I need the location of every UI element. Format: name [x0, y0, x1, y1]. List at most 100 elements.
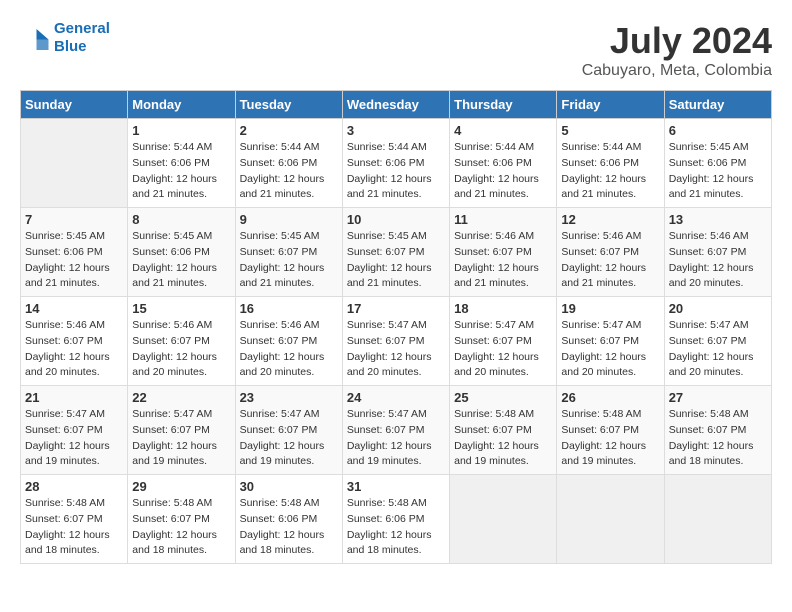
- weekday-header-friday: Friday: [557, 91, 664, 119]
- calendar-cell: 8 Sunrise: 5:45 AM Sunset: 6:06 PM Daylig…: [128, 208, 235, 297]
- day-number: 12: [561, 212, 659, 227]
- calendar-cell: 22 Sunrise: 5:47 AM Sunset: 6:07 PM Dayli…: [128, 386, 235, 475]
- calendar-cell: 16Sunrise: 5:46 AM Sunset: 6:07 PM Dayli…: [235, 297, 342, 386]
- logo-icon: [20, 23, 50, 53]
- weekday-header-wednesday: Wednesday: [342, 91, 449, 119]
- calendar-cell: 13 Sunrise: 5:46 AM Sunset: 6:07 PM Dayli…: [664, 208, 771, 297]
- day-info: Sunrise: 5:45 AM Sunset: 6:06 PM Dayligh…: [132, 229, 230, 292]
- calendar-cell: [450, 475, 557, 564]
- calendar-cell: 14 Sunrise: 5:46 AM Sunset: 6:07 PM Dayli…: [21, 297, 128, 386]
- day-number: 2: [240, 123, 338, 138]
- day-number: 1: [132, 123, 230, 138]
- day-info: Sunrise: 5:46 AM Sunset: 6:07 PM Dayligh…: [561, 229, 659, 292]
- calendar-cell: 20Sunrise: 5:47 AM Sunset: 6:07 PM Dayli…: [664, 297, 771, 386]
- calendar-cell: 29Sunrise: 5:48 AM Sunset: 6:07 PM Dayli…: [128, 475, 235, 564]
- day-info: Sunrise: 5:47 AM Sunset: 6:07 PM Dayligh…: [561, 318, 659, 381]
- day-number: 21: [25, 390, 123, 405]
- day-number: 18: [454, 301, 552, 316]
- day-number: 26: [561, 390, 659, 405]
- calendar-cell: 25 Sunrise: 5:48 AM Sunset: 6:07 PM Dayli…: [450, 386, 557, 475]
- calendar-cell: 6 Sunrise: 5:45 AM Sunset: 6:06 PM Daylig…: [664, 119, 771, 208]
- calendar-cell: 5Sunrise: 5:44 AM Sunset: 6:06 PM Daylig…: [557, 119, 664, 208]
- day-info: Sunrise: 5:47 AM Sunset: 6:07 PM Dayligh…: [347, 407, 445, 470]
- day-info: Sunrise: 5:46 AM Sunset: 6:07 PM Dayligh…: [25, 318, 123, 381]
- day-number: 14: [25, 301, 123, 316]
- logo: General Blue: [20, 20, 110, 56]
- day-number: 10: [347, 212, 445, 227]
- calendar-cell: 2 Sunrise: 5:44 AM Sunset: 6:06 PM Daylig…: [235, 119, 342, 208]
- title-area: July 2024 Cabuyaro, Meta, Colombia: [582, 20, 772, 80]
- calendar-cell: 12 Sunrise: 5:46 AM Sunset: 6:07 PM Dayli…: [557, 208, 664, 297]
- day-number: 29: [132, 479, 230, 494]
- day-info: Sunrise: 5:47 AM Sunset: 6:07 PM Dayligh…: [132, 407, 230, 470]
- day-number: 7: [25, 212, 123, 227]
- weekday-header-saturday: Saturday: [664, 91, 771, 119]
- day-number: 30: [240, 479, 338, 494]
- week-row-2: 7 Sunrise: 5:45 AM Sunset: 6:06 PM Daylig…: [21, 208, 772, 297]
- logo-line2: Blue: [54, 38, 87, 55]
- day-info: Sunrise: 5:44 AM Sunset: 6:06 PM Dayligh…: [240, 140, 338, 203]
- day-info: Sunrise: 5:47 AM Sunset: 6:07 PM Dayligh…: [240, 407, 338, 470]
- calendar-table: SundayMondayTuesdayWednesdayThursdayFrid…: [20, 90, 772, 564]
- header: General Blue July 2024 Cabuyaro, Meta, C…: [20, 20, 772, 80]
- day-number: 4: [454, 123, 552, 138]
- calendar-cell: 19Sunrise: 5:47 AM Sunset: 6:07 PM Dayli…: [557, 297, 664, 386]
- calendar-cell: 10Sunrise: 5:45 AM Sunset: 6:07 PM Dayli…: [342, 208, 449, 297]
- week-row-5: 28 Sunrise: 5:48 AM Sunset: 6:07 PM Dayli…: [21, 475, 772, 564]
- day-number: 20: [669, 301, 767, 316]
- main-title: July 2024: [582, 20, 772, 62]
- day-number: 15: [132, 301, 230, 316]
- day-info: Sunrise: 5:48 AM Sunset: 6:07 PM Dayligh…: [454, 407, 552, 470]
- day-number: 27: [669, 390, 767, 405]
- calendar-cell: 28 Sunrise: 5:48 AM Sunset: 6:07 PM Dayli…: [21, 475, 128, 564]
- day-number: 8: [132, 212, 230, 227]
- calendar-cell: [21, 119, 128, 208]
- day-number: 28: [25, 479, 123, 494]
- day-number: 6: [669, 123, 767, 138]
- day-info: Sunrise: 5:47 AM Sunset: 6:07 PM Dayligh…: [25, 407, 123, 470]
- day-info: Sunrise: 5:45 AM Sunset: 6:06 PM Dayligh…: [25, 229, 123, 292]
- calendar-cell: 1 Sunrise: 5:44 AM Sunset: 6:06 PM Daylig…: [128, 119, 235, 208]
- weekday-header-thursday: Thursday: [450, 91, 557, 119]
- calendar-cell: 18 Sunrise: 5:47 AM Sunset: 6:07 PM Dayli…: [450, 297, 557, 386]
- calendar-cell: [664, 475, 771, 564]
- calendar-cell: 26Sunrise: 5:48 AM Sunset: 6:07 PM Dayli…: [557, 386, 664, 475]
- calendar-cell: 4Sunrise: 5:44 AM Sunset: 6:06 PM Daylig…: [450, 119, 557, 208]
- day-info: Sunrise: 5:46 AM Sunset: 6:07 PM Dayligh…: [669, 229, 767, 292]
- calendar-cell: 31Sunrise: 5:48 AM Sunset: 6:06 PM Dayli…: [342, 475, 449, 564]
- day-number: 23: [240, 390, 338, 405]
- weekday-header-row: SundayMondayTuesdayWednesdayThursdayFrid…: [21, 91, 772, 119]
- calendar-cell: 11 Sunrise: 5:46 AM Sunset: 6:07 PM Dayli…: [450, 208, 557, 297]
- weekday-header-monday: Monday: [128, 91, 235, 119]
- calendar-cell: 27 Sunrise: 5:48 AM Sunset: 6:07 PM Dayli…: [664, 386, 771, 475]
- calendar-cell: 3 Sunrise: 5:44 AM Sunset: 6:06 PM Daylig…: [342, 119, 449, 208]
- day-number: 22: [132, 390, 230, 405]
- day-number: 13: [669, 212, 767, 227]
- day-info: Sunrise: 5:48 AM Sunset: 6:06 PM Dayligh…: [347, 496, 445, 559]
- weekday-header-tuesday: Tuesday: [235, 91, 342, 119]
- calendar-cell: 15Sunrise: 5:46 AM Sunset: 6:07 PM Dayli…: [128, 297, 235, 386]
- day-info: Sunrise: 5:48 AM Sunset: 6:07 PM Dayligh…: [25, 496, 123, 559]
- day-number: 24: [347, 390, 445, 405]
- day-info: Sunrise: 5:44 AM Sunset: 6:06 PM Dayligh…: [132, 140, 230, 203]
- day-number: 11: [454, 212, 552, 227]
- calendar-cell: 9Sunrise: 5:45 AM Sunset: 6:07 PM Daylig…: [235, 208, 342, 297]
- subtitle: Cabuyaro, Meta, Colombia: [582, 62, 772, 80]
- calendar-cell: 17Sunrise: 5:47 AM Sunset: 6:07 PM Dayli…: [342, 297, 449, 386]
- calendar-cell: 23 Sunrise: 5:47 AM Sunset: 6:07 PM Dayli…: [235, 386, 342, 475]
- day-info: Sunrise: 5:46 AM Sunset: 6:07 PM Dayligh…: [454, 229, 552, 292]
- day-number: 16: [240, 301, 338, 316]
- calendar-cell: 7 Sunrise: 5:45 AM Sunset: 6:06 PM Daylig…: [21, 208, 128, 297]
- day-number: 3: [347, 123, 445, 138]
- day-info: Sunrise: 5:45 AM Sunset: 6:06 PM Dayligh…: [669, 140, 767, 203]
- day-info: Sunrise: 5:47 AM Sunset: 6:07 PM Dayligh…: [454, 318, 552, 381]
- calendar-cell: [557, 475, 664, 564]
- day-number: 25: [454, 390, 552, 405]
- calendar-cell: 21 Sunrise: 5:47 AM Sunset: 6:07 PM Dayli…: [21, 386, 128, 475]
- day-info: Sunrise: 5:44 AM Sunset: 6:06 PM Dayligh…: [561, 140, 659, 203]
- calendar-cell: 30Sunrise: 5:48 AM Sunset: 6:06 PM Dayli…: [235, 475, 342, 564]
- day-info: Sunrise: 5:45 AM Sunset: 6:07 PM Dayligh…: [240, 229, 338, 292]
- day-info: Sunrise: 5:44 AM Sunset: 6:06 PM Dayligh…: [347, 140, 445, 203]
- week-row-4: 21 Sunrise: 5:47 AM Sunset: 6:07 PM Dayli…: [21, 386, 772, 475]
- day-info: Sunrise: 5:48 AM Sunset: 6:07 PM Dayligh…: [669, 407, 767, 470]
